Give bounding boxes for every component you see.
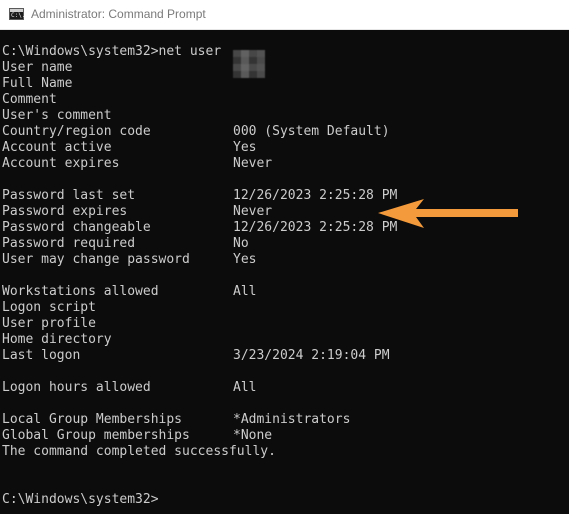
row-value-password-expires: Never <box>233 204 273 219</box>
row-value-account-expires: Never <box>233 156 273 171</box>
row-label-password-last-set: Password last set <box>2 188 136 203</box>
row-label-password-expires: Password expires <box>2 204 128 219</box>
row-label-home-directory: Home directory <box>2 332 112 347</box>
row-label-user-name: User name <box>2 60 73 75</box>
row-value-last-logon: 3/23/2024 2:19:04 PM <box>233 348 390 363</box>
row-label-user-may-change-password: User may change password <box>2 252 190 267</box>
row-label-logon-script: Logon script <box>2 300 96 315</box>
row-label-logon-hours-allowed: Logon hours allowed <box>2 380 151 395</box>
row-label-workstations-allowed: Workstations allowed <box>2 284 159 299</box>
row-label-user-profile: User profile <box>2 316 96 331</box>
window-title: Administrator: Command Prompt <box>31 7 206 21</box>
command-line: C:\Windows\system32>net user <box>2 44 229 59</box>
row-value-workstations-allowed: All <box>233 284 257 299</box>
row-label-global-group-memberships: Global Group memberships <box>2 428 190 443</box>
command-prompt-line: C:\Windows\system32> <box>2 492 159 507</box>
row-label-full-name: Full Name <box>2 76 73 91</box>
arrow-left-icon <box>378 199 518 228</box>
row-value-logon-hours-allowed: All <box>233 380 257 395</box>
row-value-password-last-set: 12/26/2023 2:25:28 PM <box>233 188 398 203</box>
row-label-users-comment: User's comment <box>2 108 112 123</box>
row-value-country-region-code: 000 (System Default) <box>233 124 390 139</box>
row-label-country-region-code: Country/region code <box>2 124 151 139</box>
row-value-password-changeable: 12/26/2023 2:25:28 PM <box>233 220 398 235</box>
row-label-password-required: Password required <box>2 236 136 251</box>
row-value-global-group-memberships: *None <box>233 428 273 443</box>
console-output[interactable]: C:\Windows\system32>net user User name F… <box>0 30 569 514</box>
row-value-local-group-memberships: *Administrators <box>233 412 351 427</box>
row-label-local-group-memberships: Local Group Memberships <box>2 412 183 427</box>
row-value-account-active: Yes <box>233 140 257 155</box>
row-label-comment: Comment <box>2 92 57 107</box>
row-label-password-changeable: Password changeable <box>2 220 151 235</box>
row-value-user-may-change-password: Yes <box>233 252 257 267</box>
cmd-icon: C:\. <box>9 8 26 20</box>
title-bar[interactable]: C:\. Administrator: Command Prompt <box>0 0 569 30</box>
redacted-username <box>233 50 265 78</box>
row-label-account-expires: Account expires <box>2 156 120 171</box>
row-label-last-logon: Last logon <box>2 348 81 363</box>
row-label-account-active: Account active <box>2 140 112 155</box>
completion-message: The command completed successfully. <box>2 444 276 459</box>
row-value-password-required: No <box>233 236 249 251</box>
command-prompt-window: C:\. Administrator: Command Prompt C:\Wi… <box>0 0 569 514</box>
cmd-icon-text: C:\. <box>11 12 26 19</box>
